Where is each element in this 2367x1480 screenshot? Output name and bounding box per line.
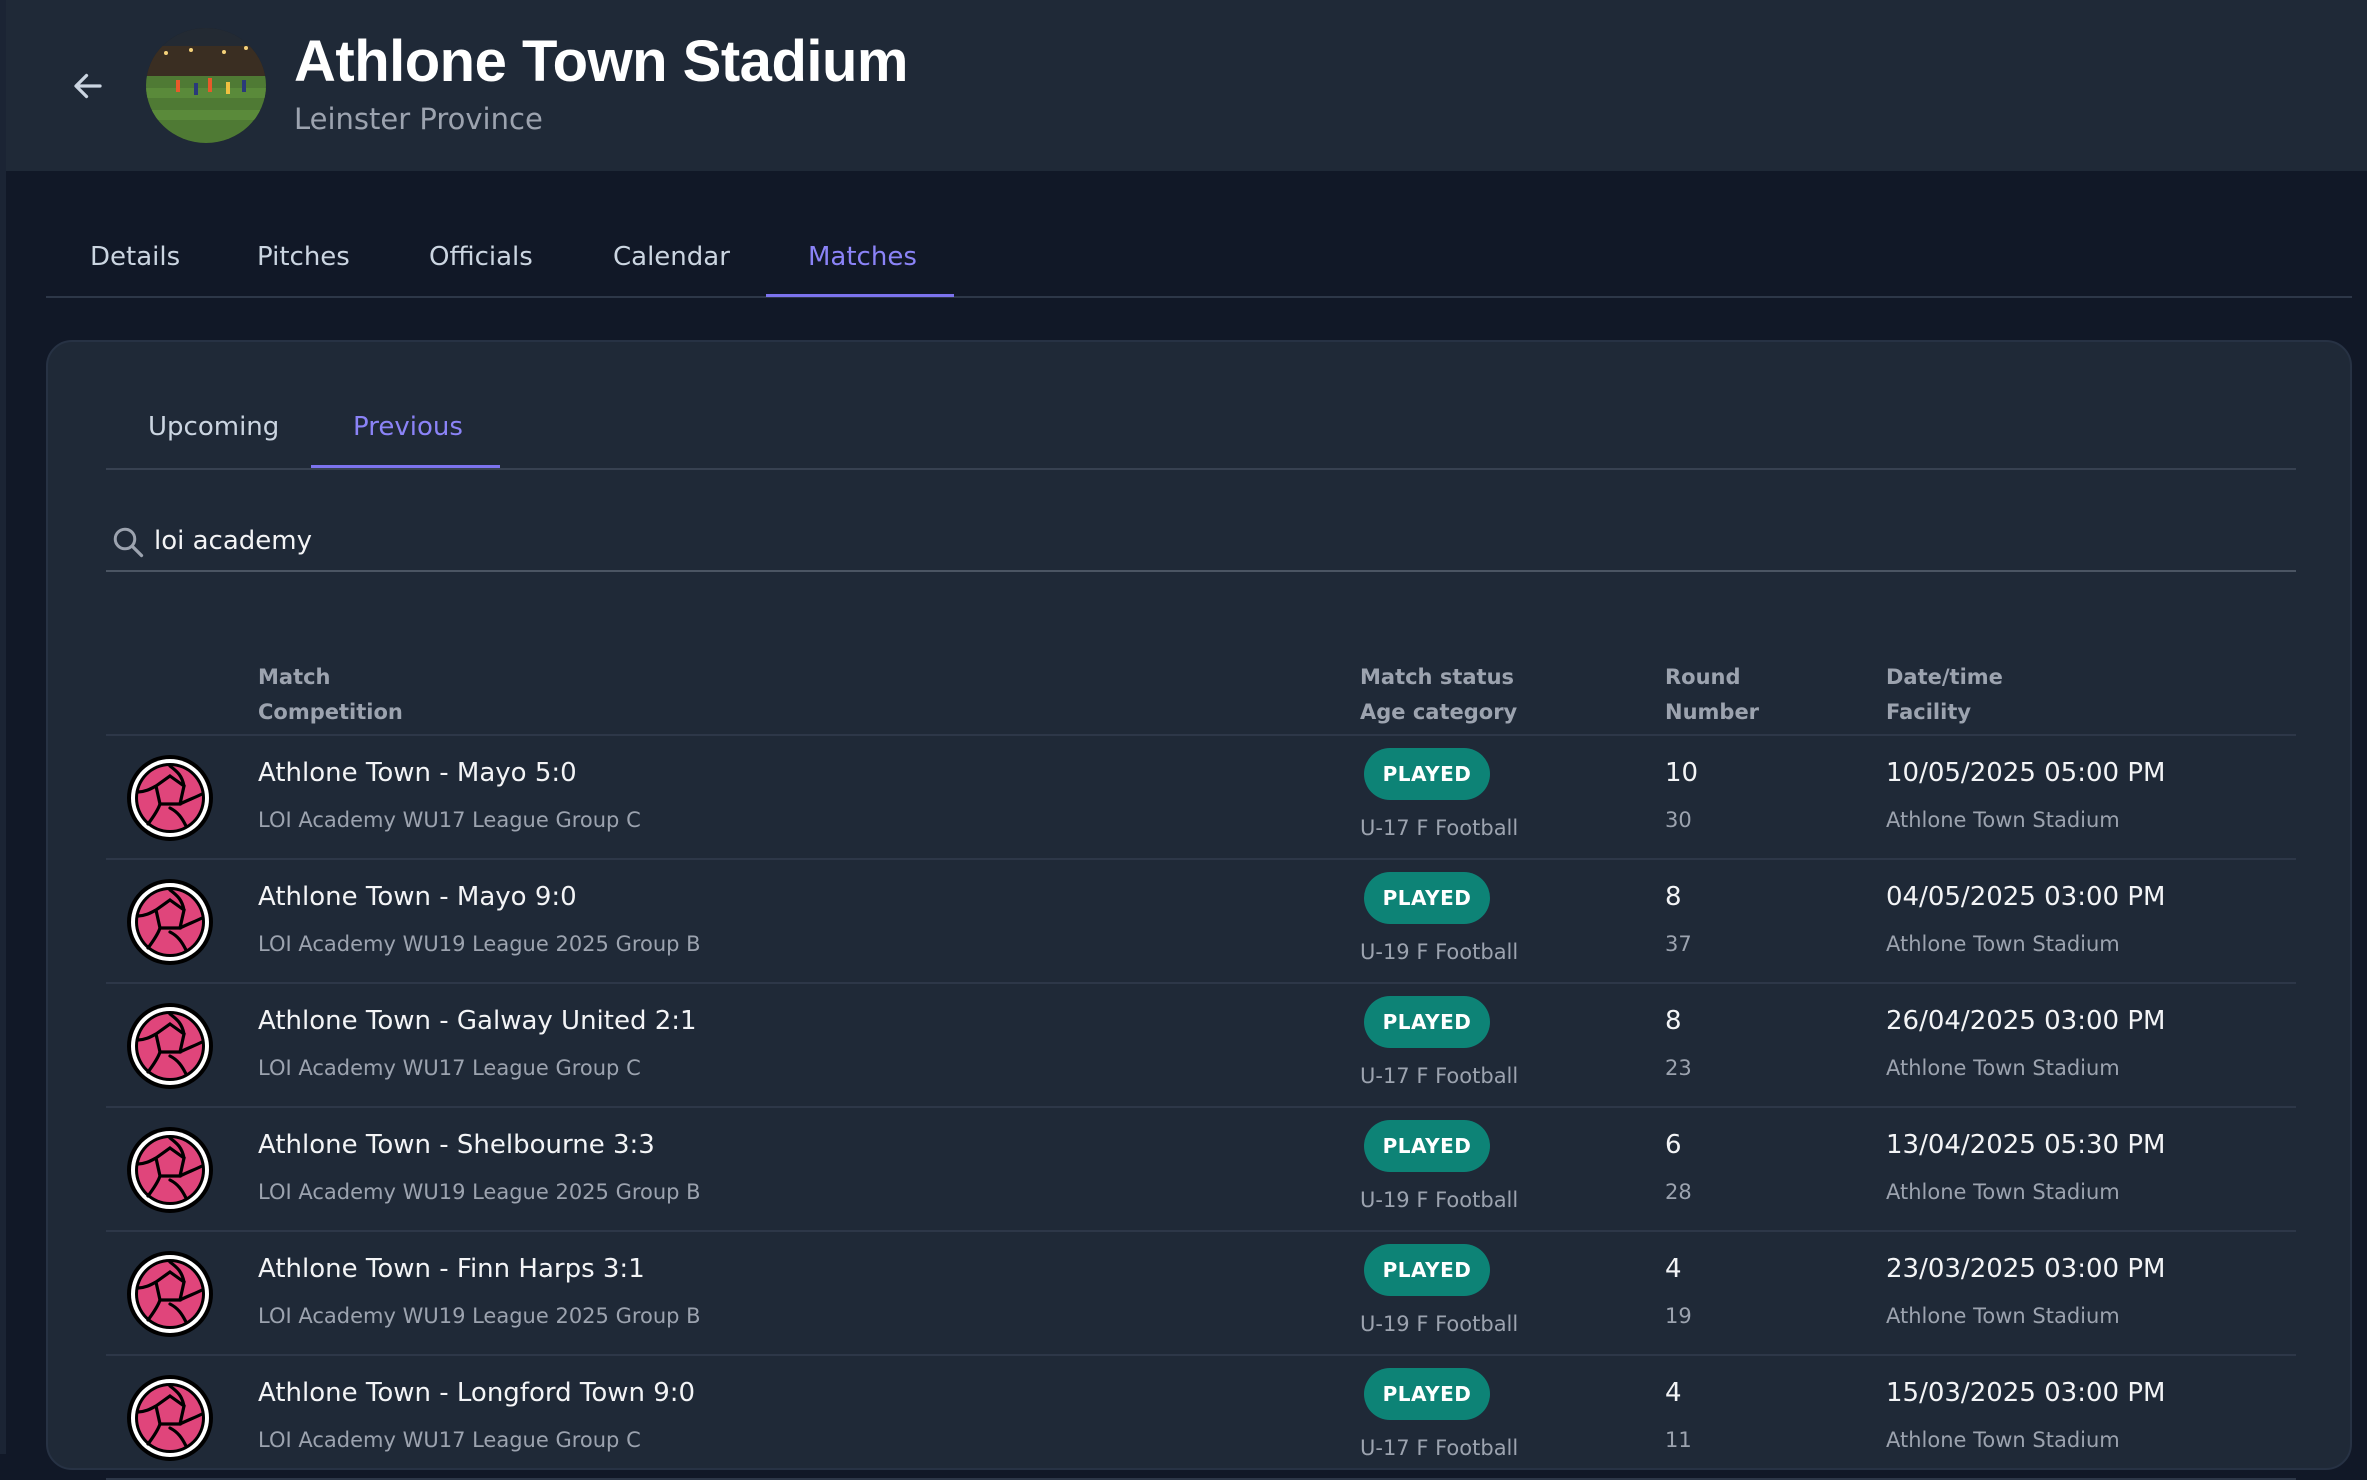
- status-badge: PLAYED: [1364, 872, 1490, 924]
- match-datetime: 13/04/2025 05:30 PM: [1886, 1130, 2166, 1160]
- number-value: 23: [1665, 1056, 1692, 1080]
- table-header: Match Competition Match status Age categ…: [106, 632, 2296, 736]
- competition-name: LOI Academy WU19 League 2025 Group B: [258, 1180, 701, 1204]
- round-value: 4: [1665, 1254, 1682, 1284]
- header-datetime[interactable]: Date/time: [1886, 660, 2003, 695]
- header-facility[interactable]: Facility: [1886, 695, 1971, 730]
- status-badge: PLAYED: [1364, 748, 1490, 800]
- tab-pitches[interactable]: Pitches: [257, 242, 350, 298]
- club-logo-icon: [127, 1251, 213, 1337]
- table-row[interactable]: Athlone Town - Finn Harps 3:1 LOI Academ…: [106, 1232, 2296, 1356]
- round-value: 6: [1665, 1130, 1682, 1160]
- number-value: 19: [1665, 1304, 1692, 1328]
- competition-name: LOI Academy WU19 League 2025 Group B: [258, 932, 701, 956]
- tab-matches[interactable]: Matches: [808, 242, 917, 298]
- number-value: 37: [1665, 932, 1692, 956]
- round-value: 4: [1665, 1378, 1682, 1408]
- match-title: Athlone Town - Shelbourne 3:3: [258, 1130, 655, 1160]
- match-title: Athlone Town - Finn Harps 3:1: [258, 1254, 645, 1284]
- tab-officials[interactable]: Officials: [429, 242, 533, 298]
- header-match[interactable]: Match: [258, 660, 331, 695]
- match-title: Athlone Town - Mayo 9:0: [258, 882, 577, 912]
- sub-tabs: Upcoming Previous: [106, 342, 2296, 470]
- match-datetime: 15/03/2025 03:00 PM: [1886, 1378, 2166, 1408]
- search-icon: [113, 527, 144, 558]
- match-datetime: 10/05/2025 05:00 PM: [1886, 758, 2166, 788]
- competition-name: LOI Academy WU17 League Group C: [258, 808, 641, 832]
- number-value: 11: [1665, 1428, 1692, 1452]
- table-row[interactable]: Athlone Town - Mayo 9:0 LOI Academy WU19…: [106, 860, 2296, 984]
- age-category: U-19 F Football: [1360, 1312, 1519, 1336]
- match-title: Athlone Town - Galway United 2:1: [258, 1006, 697, 1036]
- status-badge: PLAYED: [1364, 1368, 1490, 1420]
- app-root: Athlone Town Stadium Leinster Province D…: [0, 0, 2367, 1480]
- status-badge: PLAYED: [1364, 996, 1490, 1048]
- match-datetime: 26/04/2025 03:00 PM: [1886, 1006, 2166, 1036]
- table-row[interactable]: Athlone Town - Shelbourne 3:3 LOI Academ…: [106, 1108, 2296, 1232]
- header-competition[interactable]: Competition: [258, 695, 403, 730]
- facility-name: Athlone Town Stadium: [1886, 1056, 2120, 1080]
- club-logo-icon: [127, 1375, 213, 1461]
- sidebar-edge: [0, 0, 6, 1454]
- page-subtitle: Leinster Province: [294, 102, 543, 136]
- competition-name: LOI Academy WU17 League Group C: [258, 1056, 641, 1080]
- header-number[interactable]: Number: [1665, 695, 1759, 730]
- age-category: U-17 F Football: [1360, 1064, 1519, 1088]
- competition-name: LOI Academy WU17 League Group C: [258, 1428, 641, 1452]
- facility-name: Athlone Town Stadium: [1886, 1428, 2120, 1452]
- round-value: 10: [1665, 758, 1699, 788]
- facility-name: Athlone Town Stadium: [1886, 932, 2120, 956]
- match-datetime: 04/05/2025 03:00 PM: [1886, 882, 2166, 912]
- table-row[interactable]: Athlone Town - Galway United 2:1 LOI Aca…: [106, 984, 2296, 1108]
- page-title: Athlone Town Stadium: [294, 29, 908, 94]
- tab-previous[interactable]: Previous: [353, 412, 463, 442]
- header-match-status[interactable]: Match status: [1360, 660, 1514, 695]
- page-header: Athlone Town Stadium Leinster Province: [6, 0, 2367, 171]
- table-row[interactable]: Athlone Town - Mayo 5:0 LOI Academy WU17…: [106, 736, 2296, 860]
- age-category: U-19 F Football: [1360, 1188, 1519, 1212]
- header-age-category[interactable]: Age category: [1360, 695, 1517, 730]
- round-value: 8: [1665, 1006, 1682, 1036]
- tab-upcoming[interactable]: Upcoming: [148, 412, 279, 442]
- arrow-left-icon: [74, 73, 102, 99]
- age-category: U-19 F Football: [1360, 940, 1519, 964]
- table-row[interactable]: Athlone Town - Longford Town 9:0 LOI Aca…: [106, 1356, 2296, 1480]
- round-value: 8: [1665, 882, 1682, 912]
- search-input[interactable]: [154, 516, 2254, 566]
- match-title: Athlone Town - Mayo 5:0: [258, 758, 577, 788]
- club-logo-icon: [127, 755, 213, 841]
- age-category: U-17 F Football: [1360, 1436, 1519, 1460]
- status-badge: PLAYED: [1364, 1120, 1490, 1172]
- search-bar: [106, 512, 2296, 572]
- number-value: 28: [1665, 1180, 1692, 1204]
- age-category: U-17 F Football: [1360, 816, 1519, 840]
- tab-calendar[interactable]: Calendar: [613, 242, 730, 298]
- match-title: Athlone Town - Longford Town 9:0: [258, 1378, 696, 1408]
- competition-name: LOI Academy WU19 League 2025 Group B: [258, 1304, 701, 1328]
- club-logo-icon: [127, 1003, 213, 1089]
- facility-name: Athlone Town Stadium: [1886, 1180, 2120, 1204]
- stadium-avatar: [146, 28, 266, 143]
- facility-name: Athlone Town Stadium: [1886, 1304, 2120, 1328]
- table-body: Athlone Town - Mayo 5:0 LOI Academy WU17…: [106, 736, 2296, 1480]
- club-logo-icon: [127, 1127, 213, 1213]
- tab-details[interactable]: Details: [90, 242, 180, 298]
- number-value: 30: [1665, 808, 1692, 832]
- club-logo-icon: [127, 879, 213, 965]
- facility-name: Athlone Town Stadium: [1886, 808, 2120, 832]
- status-badge: PLAYED: [1364, 1244, 1490, 1296]
- back-button[interactable]: [62, 60, 114, 112]
- stadium-photo-icon: [146, 28, 266, 143]
- active-subtab-indicator: [311, 465, 500, 468]
- main-tabs: Details Pitches Officials Calendar Match…: [46, 220, 2352, 298]
- matches-card: Upcoming Previous Match Competition Matc…: [46, 340, 2352, 1480]
- header-round[interactable]: Round: [1665, 660, 1741, 695]
- active-tab-indicator: [766, 294, 954, 297]
- match-datetime: 23/03/2025 03:00 PM: [1886, 1254, 2166, 1284]
